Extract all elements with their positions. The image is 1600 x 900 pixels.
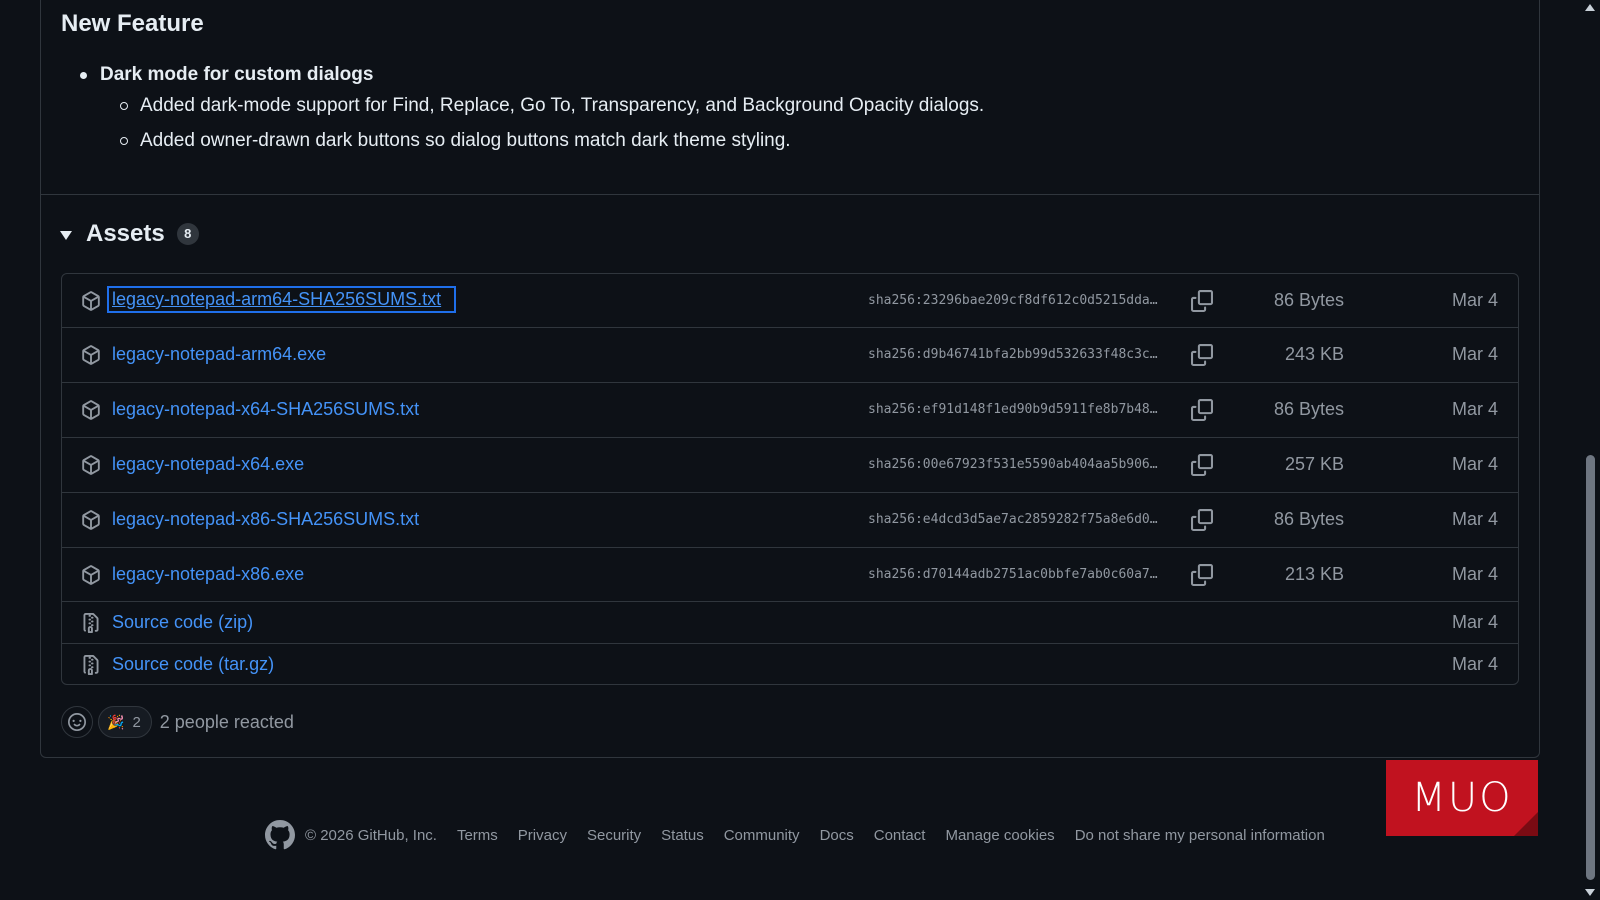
asset-date: Mar 4	[1451, 290, 1498, 310]
muo-logo-text: MUO	[1411, 775, 1513, 821]
asset-size: 86 Bytes	[1273, 399, 1344, 419]
site-footer: © 2026 GitHub, Inc. Terms Privacy Securi…	[265, 820, 1345, 850]
footer-link-privacy[interactable]: Privacy	[518, 827, 567, 844]
asset-row: legacy-notepad-x64-SHA256SUMS.txt sha256…	[62, 383, 1518, 438]
scroll-up-arrow-icon[interactable]	[1585, 4, 1595, 11]
source-row: Source code (zip) Mar 4	[62, 602, 1518, 644]
caret-down-icon	[60, 231, 72, 240]
package-icon	[82, 345, 100, 365]
feature-title: Dark mode for custom dialogs	[100, 64, 374, 85]
asset-row: legacy-notepad-x86.exe sha256:d70144adb2…	[62, 548, 1518, 602]
asset-date: Mar 4	[1451, 564, 1498, 584]
asset-sha: sha256:d70144adb2751ac0bbfe7ab0c60a7…	[868, 567, 1158, 582]
hooray-reaction-button[interactable]: 🎉 2	[98, 706, 152, 738]
feature-detail-text: Added owner-drawn dark buttons so dialog…	[140, 130, 791, 151]
asset-date: Mar 4	[1451, 454, 1498, 474]
asset-sha: sha256:00e67923f531e5590ab404aa5b906…	[868, 457, 1158, 472]
reactions-bar: 🎉 2 2 people reacted	[61, 706, 294, 738]
source-label: Source code	[112, 612, 214, 632]
scroll-down-arrow-icon[interactable]	[1585, 889, 1595, 896]
package-icon	[82, 565, 100, 585]
copy-icon[interactable]	[1191, 290, 1213, 312]
footer-link-docs[interactable]: Docs	[820, 827, 854, 844]
asset-date: Mar 4	[1451, 509, 1498, 529]
file-zip-icon	[83, 613, 99, 633]
footer-link-contact[interactable]: Contact	[874, 827, 926, 844]
package-icon	[82, 400, 100, 420]
assets-list: legacy-notepad-arm64-SHA256SUMS.txt sha2…	[61, 273, 1519, 685]
feature-bullet: Dark mode for custom dialogs	[80, 64, 373, 86]
party-popper-icon: 🎉	[107, 713, 125, 730]
copy-icon[interactable]	[1191, 454, 1213, 476]
footer-link-security[interactable]: Security	[587, 827, 641, 844]
muo-watermark: MUO	[1386, 760, 1538, 836]
asset-date: Mar 4	[1451, 344, 1498, 364]
github-logo-icon[interactable]	[265, 820, 295, 850]
footer-copyright: © 2026 GitHub, Inc.	[305, 826, 437, 844]
asset-row: legacy-notepad-arm64.exe sha256:d9b46741…	[62, 328, 1518, 383]
source-zip-link[interactable]: Source code (zip)	[112, 612, 253, 633]
package-icon	[82, 510, 100, 530]
asset-size: 86 Bytes	[1273, 509, 1344, 529]
copy-icon[interactable]	[1191, 344, 1213, 366]
assets-title: Assets	[86, 220, 165, 247]
smiley-icon	[68, 713, 86, 731]
copy-icon[interactable]	[1191, 564, 1213, 586]
source-targz-link[interactable]: Source code (tar.gz)	[112, 654, 274, 675]
asset-row: legacy-notepad-arm64-SHA256SUMS.txt sha2…	[62, 274, 1518, 328]
source-label: Source code	[112, 654, 214, 674]
asset-date: Mar 4	[1451, 399, 1498, 419]
scrollbar-thumb[interactable]	[1586, 455, 1595, 880]
asset-size: 213 KB	[1284, 564, 1344, 584]
feature-detail-1: Added dark-mode support for Find, Replac…	[120, 95, 984, 117]
asset-link[interactable]: legacy-notepad-arm64-SHA256SUMS.txt	[106, 286, 457, 313]
feature-detail-2: Added owner-drawn dark buttons so dialog…	[120, 130, 791, 152]
footer-link-terms[interactable]: Terms	[457, 827, 498, 844]
section-divider	[41, 194, 1539, 195]
new-feature-heading: New Feature	[61, 10, 204, 37]
asset-link[interactable]: legacy-notepad-arm64.exe	[112, 344, 326, 365]
feature-detail-text: Added dark-mode support for Find, Replac…	[140, 95, 985, 116]
package-icon	[82, 455, 100, 475]
copy-icon[interactable]	[1191, 509, 1213, 531]
bullet-dot	[80, 71, 87, 79]
copy-icon[interactable]	[1191, 399, 1213, 421]
asset-size: 243 KB	[1284, 344, 1344, 364]
assets-toggle[interactable]: Assets 8	[60, 220, 199, 248]
bullet-ring	[120, 102, 128, 110]
footer-link-community[interactable]: Community	[724, 827, 800, 844]
asset-sha: sha256:23296bae209cf8df612c0d5215dda…	[868, 293, 1158, 308]
source-format: (tar.gz)	[218, 654, 275, 674]
asset-row: legacy-notepad-x64.exe sha256:00e67923f5…	[62, 438, 1518, 493]
assets-count-badge: 8	[176, 223, 199, 245]
asset-sha: sha256:ef91d148f1ed90b9d5911fe8b7b48…	[868, 402, 1158, 417]
asset-size: 86 Bytes	[1273, 290, 1344, 310]
bullet-ring	[120, 137, 128, 145]
asset-row: legacy-notepad-x86-SHA256SUMS.txt sha256…	[62, 493, 1518, 548]
source-date: Mar 4	[1451, 612, 1498, 632]
asset-link[interactable]: legacy-notepad-x86-SHA256SUMS.txt	[112, 509, 419, 530]
footer-link-do-not-share[interactable]: Do not share my personal information	[1075, 827, 1325, 844]
footer-link-status[interactable]: Status	[661, 827, 704, 844]
source-format: (zip)	[218, 612, 254, 632]
asset-sha: sha256:e4dcd3d5ae7ac2859282f75a8e6d0…	[868, 512, 1158, 527]
vertical-scrollbar[interactable]	[1580, 0, 1600, 900]
watermark-fold	[1514, 812, 1538, 836]
asset-size: 257 KB	[1284, 454, 1344, 474]
source-row: Source code (tar.gz) Mar 4	[62, 644, 1518, 684]
asset-link[interactable]: legacy-notepad-x64-SHA256SUMS.txt	[112, 399, 419, 420]
package-icon	[82, 291, 100, 311]
reacted-summary: 2 people reacted	[159, 711, 294, 732]
asset-sha: sha256:d9b46741bfa2bb99d532633f48c3c…	[868, 347, 1158, 362]
add-reaction-button[interactable]	[61, 706, 93, 738]
file-zip-icon	[83, 655, 99, 675]
asset-link[interactable]: legacy-notepad-x64.exe	[112, 454, 304, 475]
footer-link-manage-cookies[interactable]: Manage cookies	[945, 827, 1054, 844]
asset-link[interactable]: legacy-notepad-x86.exe	[112, 564, 304, 585]
reaction-count: 2	[132, 713, 141, 731]
source-date: Mar 4	[1451, 654, 1498, 674]
